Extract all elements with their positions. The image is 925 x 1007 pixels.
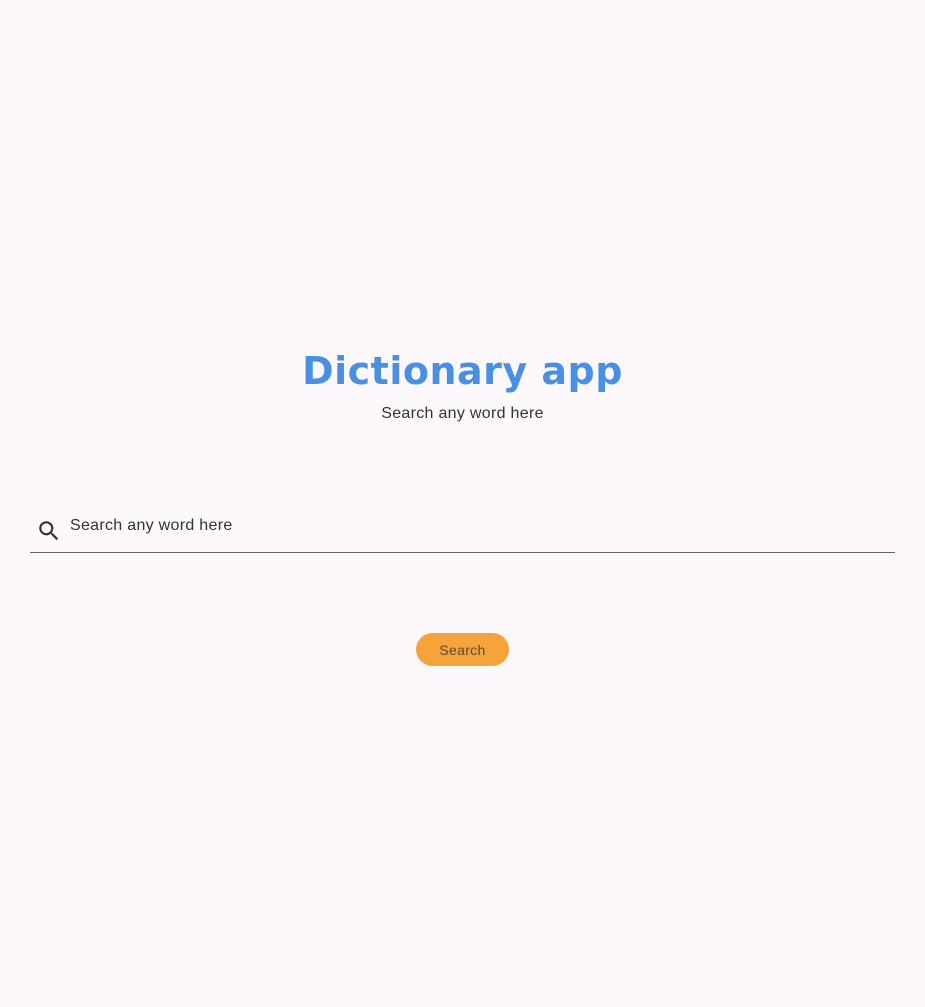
app-subtitle: Search any word here — [381, 405, 544, 422]
search-field[interactable] — [30, 505, 895, 553]
search-button[interactable]: Search — [416, 633, 509, 666]
app-title: Dictionary app — [302, 349, 623, 393]
search-input[interactable] — [70, 513, 885, 539]
search-icon — [36, 518, 62, 544]
